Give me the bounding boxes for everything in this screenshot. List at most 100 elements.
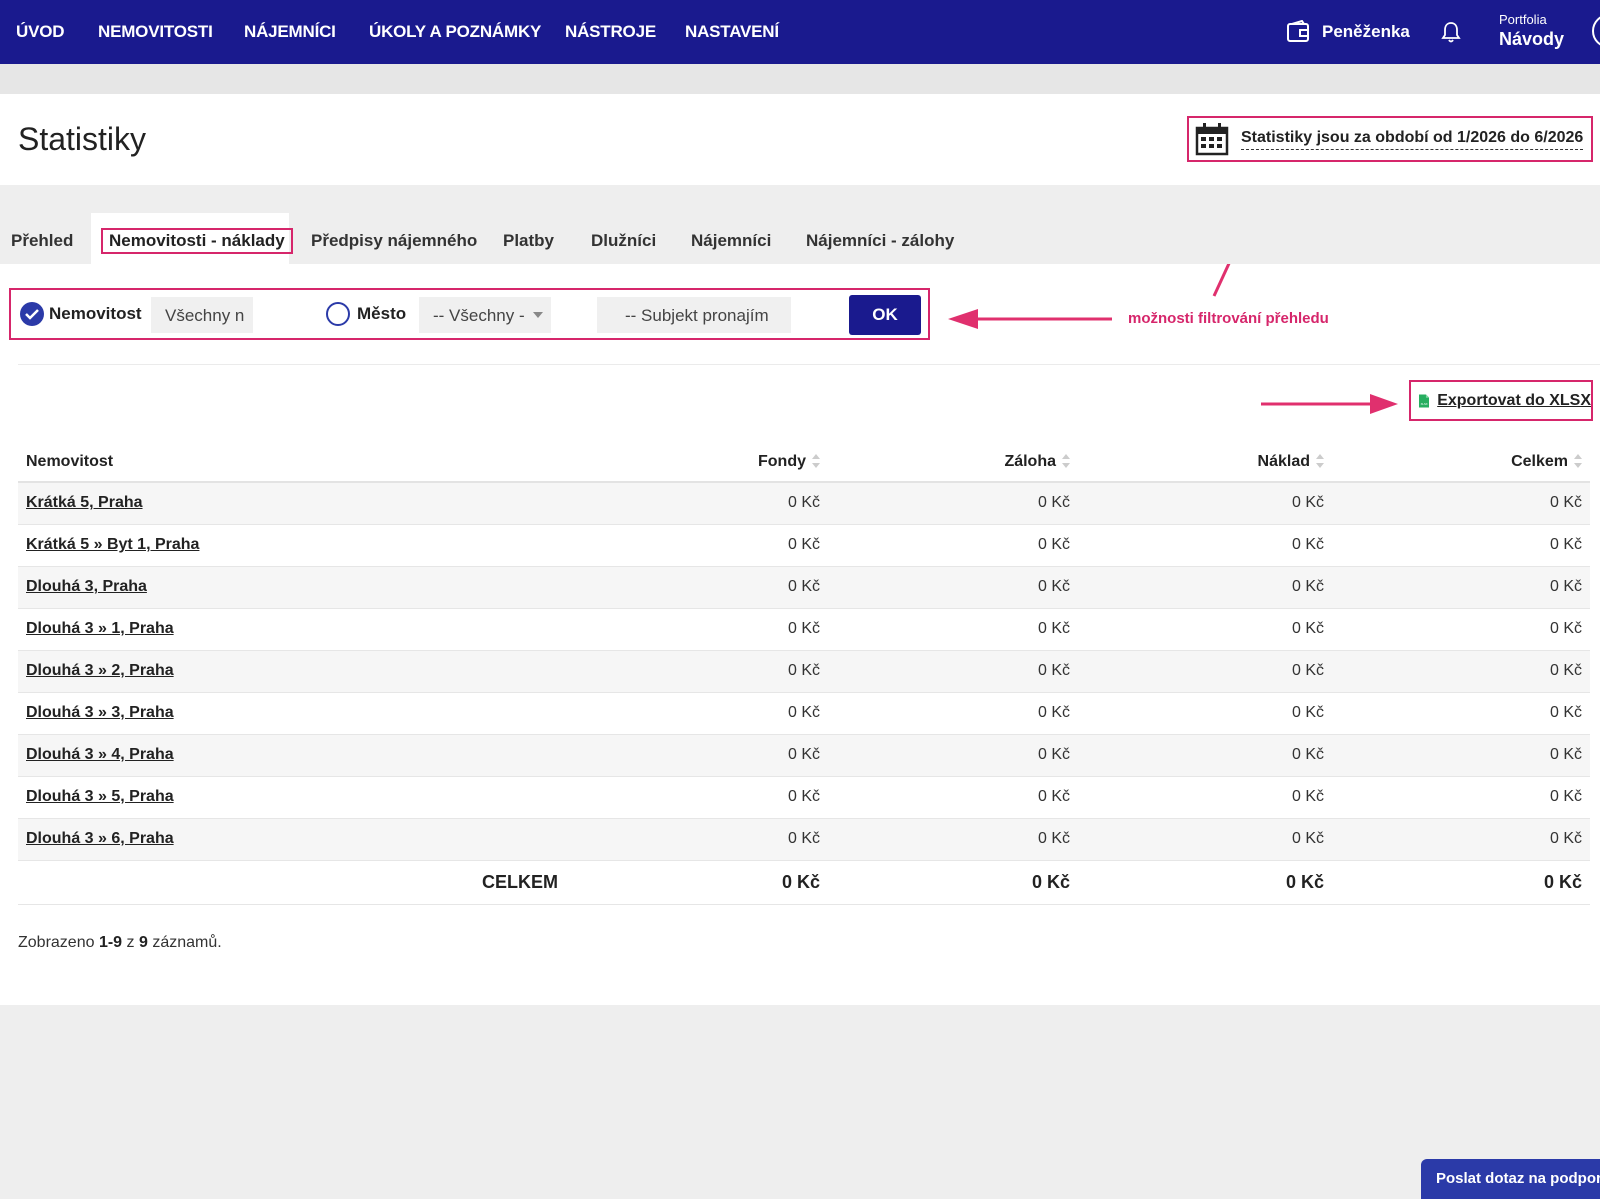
- property-link[interactable]: Dlouhá 3 » 2, Praha: [26, 662, 174, 679]
- cell-celkem: 0 Kč: [1332, 608, 1590, 651]
- cell-zaloha: 0 Kč: [828, 524, 1078, 567]
- col-naklad[interactable]: Náklad: [1078, 442, 1332, 483]
- export-xlsx-button[interactable]: XLSX Exportovat do XLSX: [1409, 380, 1593, 421]
- city-select[interactable]: -- Všechny -: [419, 297, 551, 333]
- total-naklad: 0 Kč: [1078, 860, 1332, 905]
- cell-zaloha: 0 Kč: [828, 734, 1078, 777]
- table-row: Dlouhá 3 » 1, Praha 0 Kč 0 Kč 0 Kč 0 Kč: [18, 608, 1590, 651]
- statistics-table: Nemovitost Fondy Záloha Náklad Celkem Kr…: [18, 442, 1590, 905]
- tab-najemnici-zalohy[interactable]: Nájemníci - zálohy: [806, 213, 954, 264]
- summary-suffix: záznamů.: [152, 934, 222, 951]
- cell-fondy: 0 Kč: [578, 650, 828, 693]
- nav-item-ukoly[interactable]: ÚKOLY A POZNÁMKY: [369, 22, 541, 42]
- cell-celkem: 0 Kč: [1332, 650, 1590, 693]
- user-avatar[interactable]: [1592, 14, 1600, 48]
- city-select-value: -- Všechny -: [433, 306, 525, 325]
- cell-zaloha: 0 Kč: [828, 566, 1078, 609]
- property-link[interactable]: Krátká 5 » Byt 1, Praha: [26, 536, 199, 553]
- cell-celkem: 0 Kč: [1332, 482, 1590, 525]
- cell-fondy: 0 Kč: [578, 524, 828, 567]
- radio-mesto-label[interactable]: Město: [357, 304, 406, 324]
- tab-platby[interactable]: Platby: [503, 213, 554, 264]
- cell-zaloha: 0 Kč: [828, 482, 1078, 525]
- col-fondy[interactable]: Fondy: [578, 442, 828, 483]
- cell-naklad: 0 Kč: [1078, 776, 1332, 819]
- cell-naklad: 0 Kč: [1078, 818, 1332, 861]
- chevron-down-icon: [533, 312, 543, 318]
- arrow-to-filter: [948, 309, 1112, 329]
- property-link[interactable]: Dlouhá 3 » 5, Praha: [26, 788, 174, 805]
- ok-button[interactable]: OK: [849, 295, 921, 335]
- property-link[interactable]: Dlouhá 3 » 3, Praha: [26, 704, 174, 721]
- cell-celkem: 0 Kč: [1332, 692, 1590, 735]
- xlsx-file-icon: XLSX: [1419, 394, 1430, 407]
- tab-najemnici[interactable]: Nájemníci: [691, 213, 771, 264]
- cell-fondy: 0 Kč: [578, 734, 828, 777]
- period-text: Statistiky jsou za období od 1/2026 do 6…: [1241, 129, 1584, 150]
- property-link[interactable]: Krátká 5, Praha: [26, 494, 143, 511]
- page-header: Statistiky Statistiky jsou za období od …: [0, 94, 1600, 185]
- property-link[interactable]: Dlouhá 3 » 1, Praha: [26, 620, 174, 637]
- tab-prehled[interactable]: Přehled: [11, 213, 73, 264]
- cell-celkem: 0 Kč: [1332, 524, 1590, 567]
- xlsx-icon-text: XLSX: [1421, 402, 1428, 406]
- cell-naklad: 0 Kč: [1078, 482, 1332, 525]
- total-zaloha: 0 Kč: [828, 860, 1078, 905]
- total-fondy: 0 Kč: [578, 860, 828, 905]
- col-naklad-label: Náklad: [1257, 452, 1310, 470]
- period-selector[interactable]: Statistiky jsou za období od 1/2026 do 6…: [1187, 116, 1593, 162]
- filter-bar: Nemovitost Všechny n Město -- Všechny - …: [9, 288, 930, 340]
- nav-item-nastroje[interactable]: NÁSTROJE: [565, 22, 656, 42]
- tab-predpisy[interactable]: Předpisy nájemného: [311, 213, 477, 264]
- bell-icon[interactable]: [1441, 21, 1461, 43]
- col-celkem[interactable]: Celkem: [1332, 442, 1590, 483]
- property-link[interactable]: Dlouhá 3 » 6, Praha: [26, 830, 174, 847]
- sort-icon: [1574, 454, 1582, 469]
- cell-fondy: 0 Kč: [578, 482, 828, 525]
- property-input[interactable]: Všechny n: [151, 297, 253, 333]
- cell-naklad: 0 Kč: [1078, 650, 1332, 693]
- radio-mesto[interactable]: [326, 302, 350, 326]
- wallet-label: Peněženka: [1322, 22, 1410, 41]
- wallet-button[interactable]: Peněženka: [1286, 20, 1410, 44]
- radio-nemovitost-label[interactable]: Nemovitost: [49, 304, 142, 324]
- check-icon: [25, 309, 39, 320]
- nav-item-nastaveni[interactable]: NASTAVENÍ: [685, 22, 779, 42]
- divider: [18, 364, 1600, 365]
- support-button[interactable]: Poslat dotaz na podporu: [1421, 1159, 1600, 1199]
- col-nemovitost[interactable]: Nemovitost: [18, 442, 578, 483]
- summary-middle: z: [126, 934, 135, 951]
- nav-item-najemnici[interactable]: NÁJEMNÍCI: [244, 22, 336, 42]
- export-label: Exportovat do XLSX: [1437, 391, 1591, 409]
- property-link[interactable]: Dlouhá 3, Praha: [26, 578, 147, 595]
- calendar-icon: [1195, 123, 1229, 156]
- tab-nemovitosti-naklady-label: Nemovitosti - náklady: [101, 228, 293, 254]
- table-row: Dlouhá 3 » 6, Praha 0 Kč 0 Kč 0 Kč 0 Kč: [18, 818, 1590, 861]
- nav-item-uvod[interactable]: ÚVOD: [16, 22, 65, 42]
- cell-naklad: 0 Kč: [1078, 566, 1332, 609]
- col-zaloha-label: Záloha: [1004, 452, 1056, 470]
- cell-fondy: 0 Kč: [578, 692, 828, 735]
- cell-fondy: 0 Kč: [578, 566, 828, 609]
- col-zaloha[interactable]: Záloha: [828, 442, 1078, 483]
- portfolio-switcher[interactable]: Portfolia Návody: [1499, 12, 1564, 50]
- table-total-row: CELKEM 0 Kč 0 Kč 0 Kč 0 Kč: [18, 860, 1590, 905]
- cell-zaloha: 0 Kč: [828, 608, 1078, 651]
- sort-icon: [1062, 454, 1070, 469]
- cell-fondy: 0 Kč: [578, 776, 828, 819]
- nav-item-nemovitosti[interactable]: NEMOVITOSTI: [98, 22, 213, 42]
- sort-icon: [1316, 454, 1324, 469]
- cell-naklad: 0 Kč: [1078, 608, 1332, 651]
- table-header-row: Nemovitost Fondy Záloha Náklad Celkem: [18, 442, 1590, 483]
- arrow-to-export: [1261, 394, 1398, 414]
- sub-bar: [0, 64, 1600, 94]
- wallet-icon: [1287, 20, 1309, 42]
- property-link[interactable]: Dlouhá 3 » 4, Praha: [26, 746, 174, 763]
- page-title: Statistiky: [18, 121, 147, 157]
- tab-dluznici[interactable]: Dlužníci: [591, 213, 656, 264]
- tab-nemovitosti-naklady[interactable]: Nemovitosti - náklady: [91, 213, 293, 264]
- annotation-text: možnosti filtrování přehledu: [1128, 310, 1329, 327]
- cell-fondy: 0 Kč: [578, 608, 828, 651]
- subject-input[interactable]: -- Subjekt pronajím: [597, 297, 791, 333]
- radio-nemovitost[interactable]: [20, 302, 44, 326]
